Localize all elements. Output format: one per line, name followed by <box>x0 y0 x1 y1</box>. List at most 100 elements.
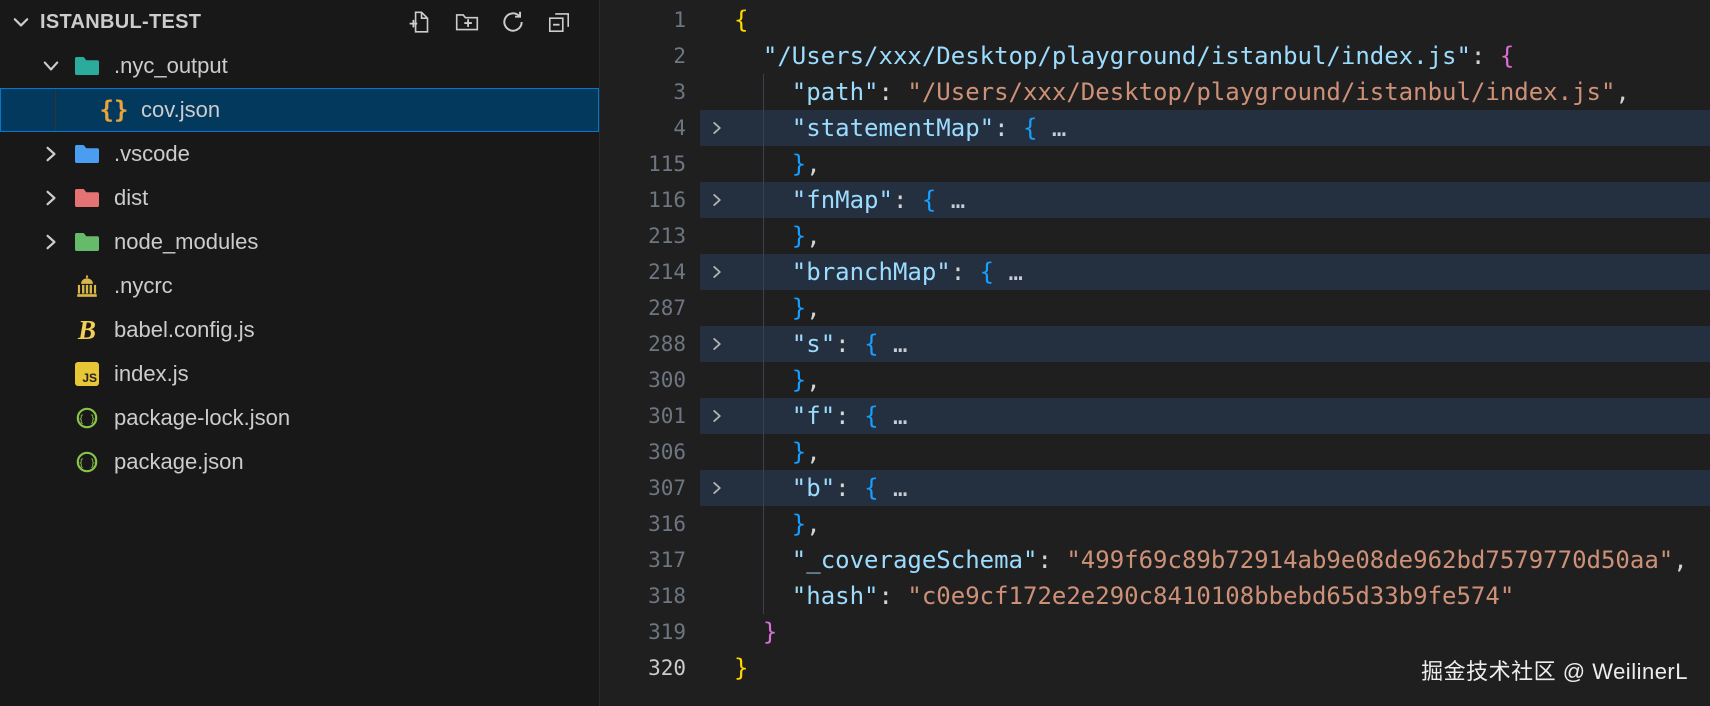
folded-region-line: "branchMap": { … <box>700 254 1710 290</box>
tree-item-.vscode[interactable]: .vscode <box>0 132 599 176</box>
js-icon: JS <box>70 362 104 386</box>
fold-gutter <box>700 542 734 578</box>
code-line-317[interactable]: 317 "_coverageSchema": "499f69c89b72914a… <box>600 542 1710 578</box>
fold-chevron-icon[interactable] <box>700 182 734 218</box>
json-braces-icon: {} <box>97 98 131 122</box>
code-line-301[interactable]: 301 "f": { … <box>600 398 1710 434</box>
line-number: 300 <box>600 362 700 398</box>
tree-item-cov.json[interactable]: {} cov.json <box>0 88 599 132</box>
fold-gutter <box>700 146 734 182</box>
code-line-1[interactable]: 1{ <box>600 2 1710 38</box>
code-text: } <box>734 614 777 650</box>
fold-gutter <box>700 650 734 686</box>
tree-item-node_modules[interactable]: node_modules <box>0 220 599 264</box>
code-text: } <box>734 650 748 686</box>
refresh-button[interactable] <box>499 8 527 36</box>
code-line-287[interactable]: 287 }, <box>600 290 1710 326</box>
code-text: "branchMap": { … <box>734 254 1023 290</box>
code-line-body: }, <box>700 218 1710 254</box>
code-line-body: }, <box>700 290 1710 326</box>
code-line-4[interactable]: 4 "statementMap": { … <box>600 110 1710 146</box>
code-line-316[interactable]: 316 }, <box>600 506 1710 542</box>
code-line-319[interactable]: 319 } <box>600 614 1710 650</box>
tree-item-index.js[interactable]: JSindex.js <box>0 352 599 396</box>
indent-guide <box>763 542 764 578</box>
code-text: { <box>734 2 748 38</box>
fold-gutter <box>700 2 734 38</box>
indent-guide <box>763 362 764 398</box>
fold-chevron-icon[interactable] <box>700 254 734 290</box>
svg-text:{ }: { } <box>78 414 96 425</box>
fold-gutter <box>700 290 734 326</box>
fold-chevron-icon[interactable] <box>700 326 734 362</box>
line-number: 320 <box>600 650 700 686</box>
line-number: 306 <box>600 434 700 470</box>
indent-guide <box>763 398 764 434</box>
line-number: 1 <box>600 2 700 38</box>
folded-region-line: "f": { … <box>700 398 1710 434</box>
tree-item-babel.config.js[interactable]: Bbabel.config.js <box>0 308 599 352</box>
tree-item-package-lock.json[interactable]: { }package-lock.json <box>0 396 599 440</box>
code-line-307[interactable]: 307 "b": { … <box>600 470 1710 506</box>
code-line-body: "hash": "c0e9cf172e2e290c8410108bbebd65d… <box>700 578 1710 614</box>
code-line-115[interactable]: 115 }, <box>600 146 1710 182</box>
code-line-2[interactable]: 2 "/Users/xxx/Desktop/playground/istanbu… <box>600 38 1710 74</box>
chevron-down-icon[interactable] <box>40 55 70 77</box>
folded-region-line: "b": { … <box>700 470 1710 506</box>
code-text: "statementMap": { … <box>734 110 1066 146</box>
tree-item-.nyc_output[interactable]: .nyc_output <box>0 44 599 88</box>
explorer-title: ISTANBUL-TEST <box>40 11 407 34</box>
indent-guide <box>763 110 764 146</box>
chevron-right-icon[interactable] <box>40 187 70 209</box>
collapse-all-button[interactable] <box>545 8 573 36</box>
explorer-sidebar: ISTANBUL-TEST .nyc_output {} cov.json .vsco… <box>0 0 600 706</box>
code-line-body: } <box>700 614 1710 650</box>
code-line-body: "path": "/Users/xxx/Desktop/playground/i… <box>700 74 1710 110</box>
tree-item-label: cov.json <box>141 97 220 123</box>
line-number: 318 <box>600 578 700 614</box>
code-line-300[interactable]: 300 }, <box>600 362 1710 398</box>
fold-chevron-icon[interactable] <box>700 470 734 506</box>
fold-gutter <box>700 578 734 614</box>
tree-item-label: package.json <box>114 449 244 475</box>
chevron-right-icon[interactable] <box>40 231 70 253</box>
code-text: }, <box>734 290 821 326</box>
indent-guide <box>763 218 764 254</box>
explorer-section-header[interactable]: ISTANBUL-TEST <box>0 0 599 44</box>
code-line-3[interactable]: 3 "path": "/Users/xxx/Desktop/playground… <box>600 74 1710 110</box>
tree-item-.nycrc[interactable]: .nycrc <box>0 264 599 308</box>
code-line-body: }, <box>700 434 1710 470</box>
code-text: }, <box>734 218 821 254</box>
new-file-button[interactable] <box>407 8 435 36</box>
code-text: "fnMap": { … <box>734 182 965 218</box>
json-green-icon: { } <box>70 405 104 431</box>
line-number: 115 <box>600 146 700 182</box>
section-chevron-down-icon[interactable] <box>10 11 36 33</box>
chevron-right-icon[interactable] <box>40 143 70 165</box>
fold-chevron-icon[interactable] <box>700 398 734 434</box>
code-line-214[interactable]: 214 "branchMap": { … <box>600 254 1710 290</box>
code-text: }, <box>734 434 821 470</box>
tree-item-dist[interactable]: dist <box>0 176 599 220</box>
tree-item-package.json[interactable]: { } package.json <box>0 440 599 484</box>
code-text: "_coverageSchema": "499f69c89b72914ab9e0… <box>734 542 1688 578</box>
folder-icon <box>70 142 104 166</box>
code-line-116[interactable]: 116 "fnMap": { … <box>600 182 1710 218</box>
json-green-icon: { } <box>70 449 104 475</box>
indent-guide <box>763 146 764 182</box>
fold-gutter <box>700 362 734 398</box>
code-area: 1{2 "/Users/xxx/Desktop/playground/istan… <box>600 2 1710 686</box>
code-line-318[interactable]: 318 "hash": "c0e9cf172e2e290c8410108bbeb… <box>600 578 1710 614</box>
line-number: 287 <box>600 290 700 326</box>
code-line-306[interactable]: 306 }, <box>600 434 1710 470</box>
indent-guide <box>763 506 764 542</box>
new-folder-button[interactable] <box>453 8 481 36</box>
code-line-213[interactable]: 213 }, <box>600 218 1710 254</box>
code-line-288[interactable]: 288 "s": { … <box>600 326 1710 362</box>
folded-region-line: "s": { … <box>700 326 1710 362</box>
code-line-body: }, <box>700 146 1710 182</box>
babel-icon: B <box>70 317 104 344</box>
code-text: "s": { … <box>734 326 907 362</box>
fold-chevron-icon[interactable] <box>700 110 734 146</box>
code-text: }, <box>734 362 821 398</box>
